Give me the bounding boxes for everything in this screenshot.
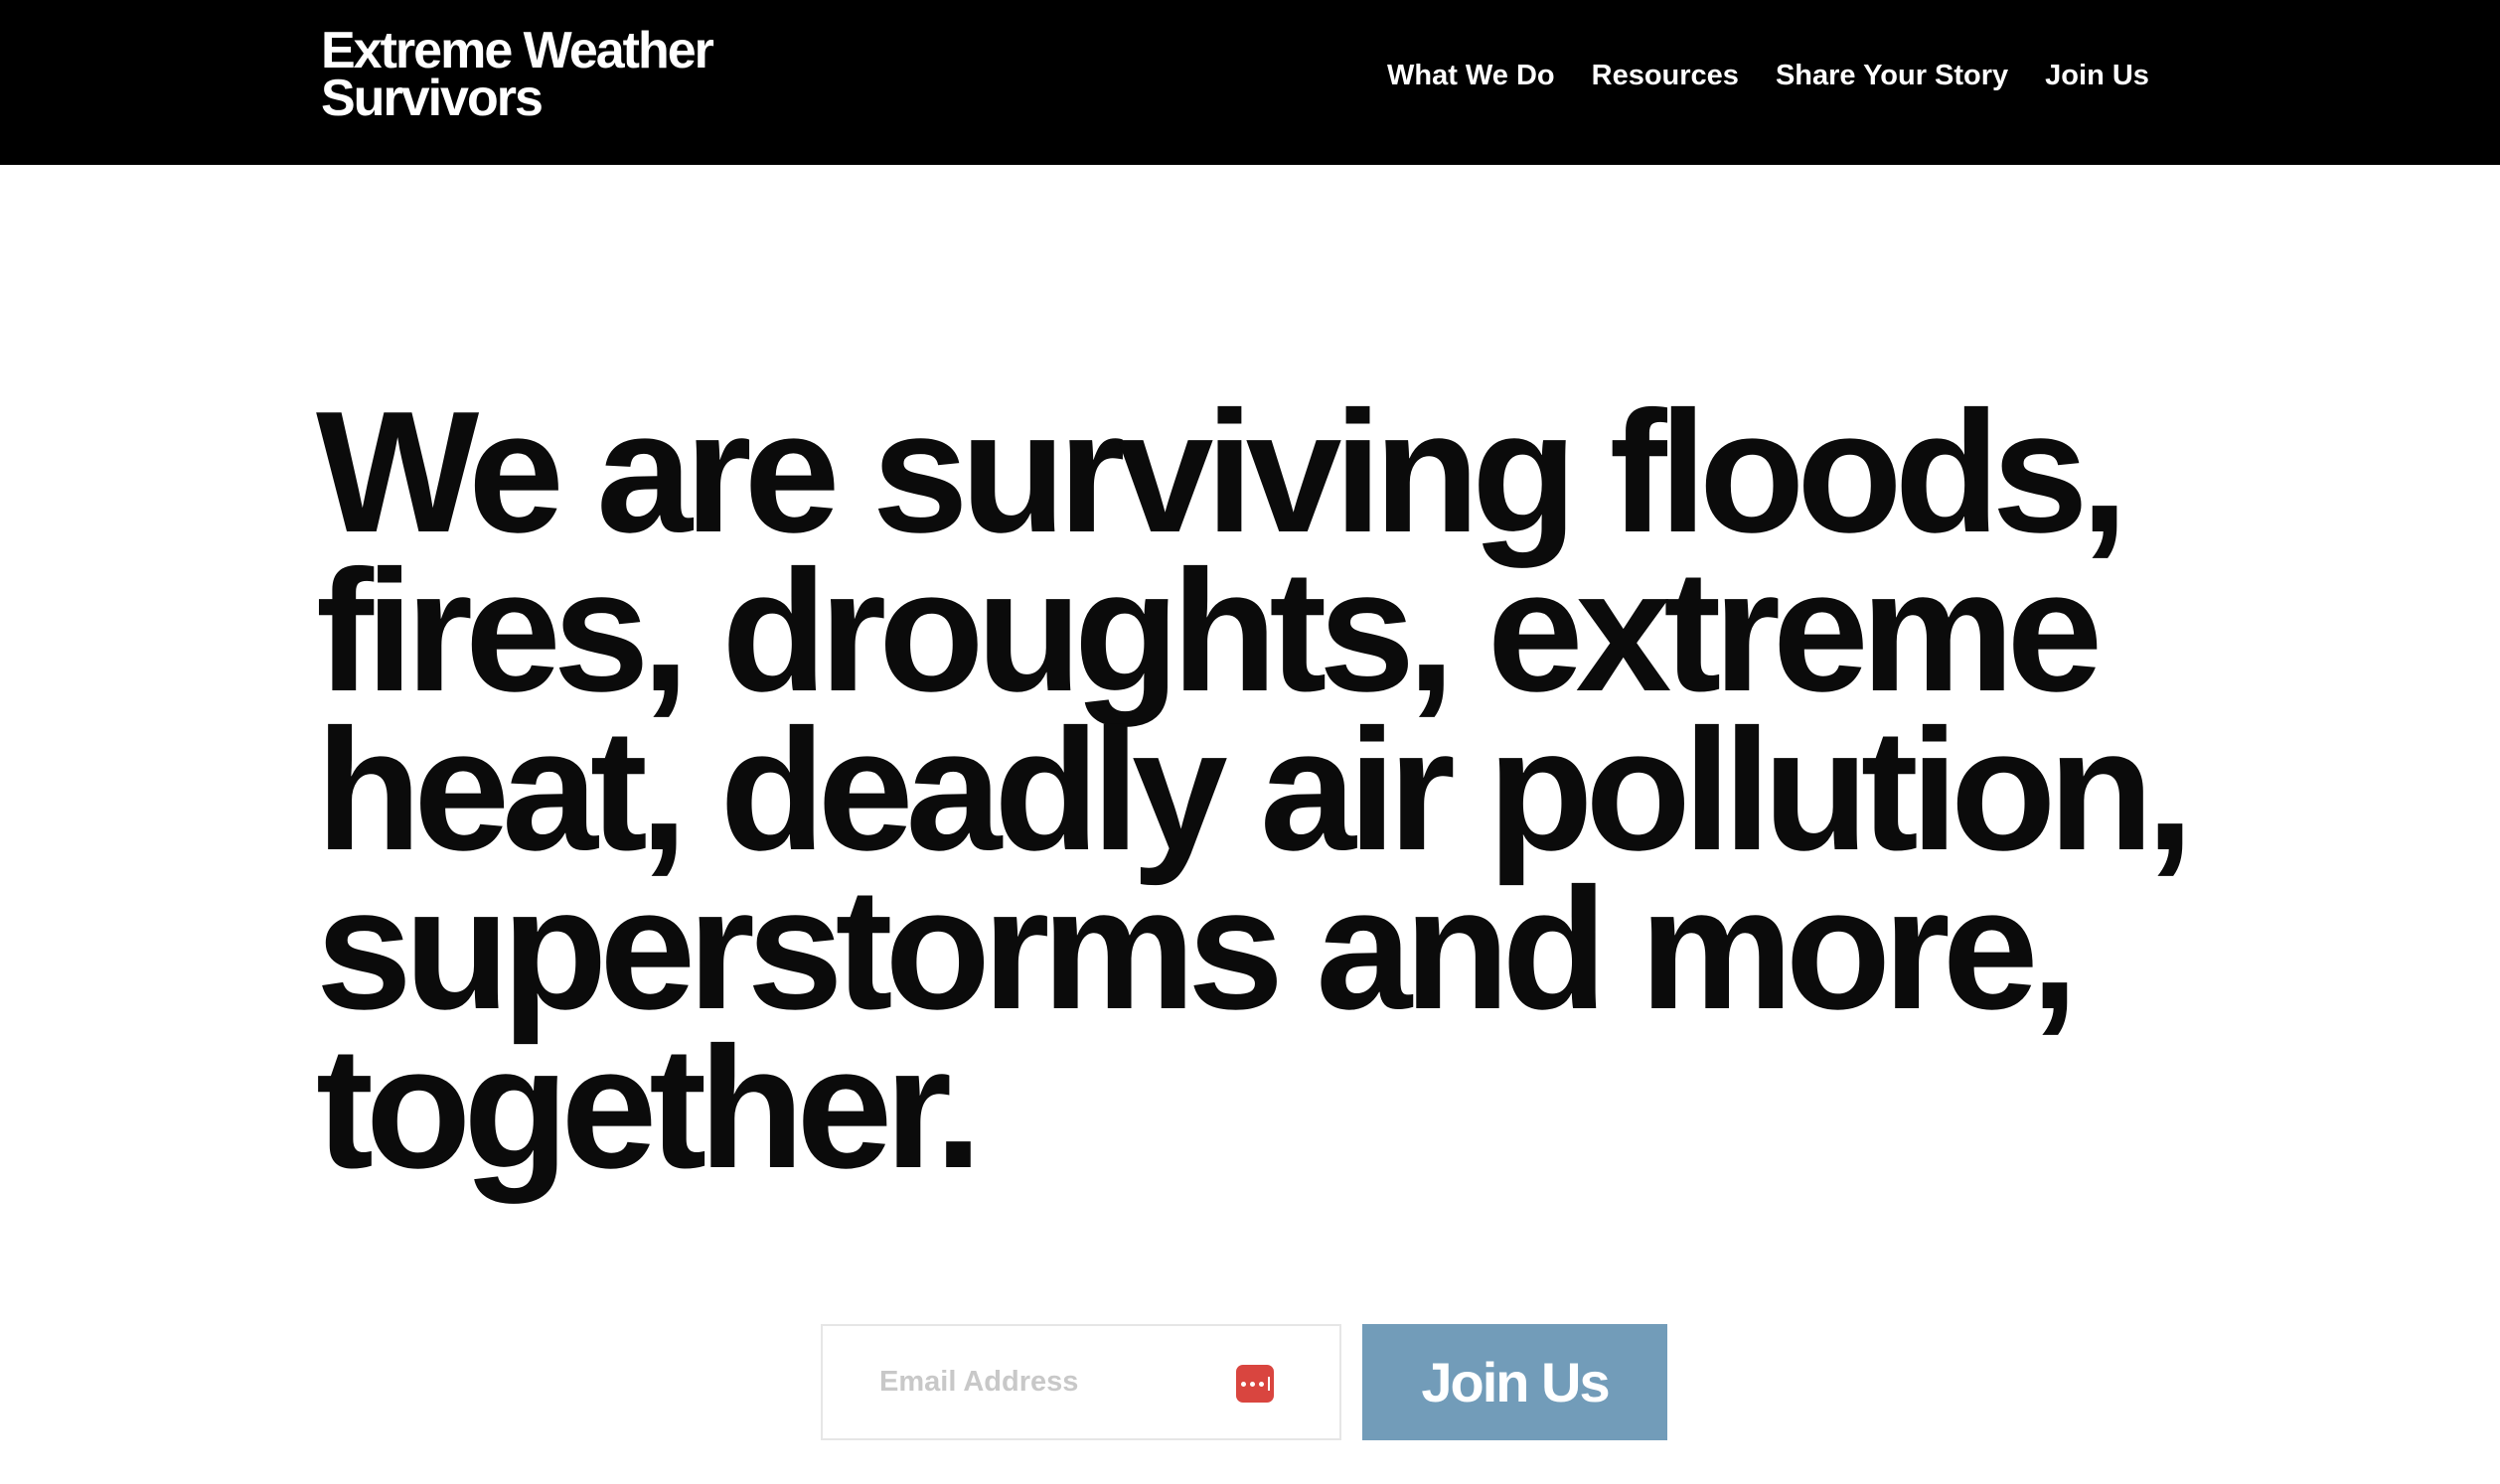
hero-headline: We are surviving floods, fires, droughts… bbox=[316, 374, 2194, 1204]
logo-line-1: Extreme Weather bbox=[321, 22, 714, 79]
nav-link-what-we-do[interactable]: What We Do bbox=[1387, 56, 1555, 95]
site-logo[interactable]: Extreme Weather Survivors bbox=[321, 22, 714, 127]
nav-link-resources[interactable]: Resources bbox=[1592, 56, 1739, 95]
main-nav: What We Do Resources Share Your Story Jo… bbox=[1387, 56, 2149, 95]
join-us-button[interactable]: Join Us bbox=[1362, 1324, 1667, 1440]
site-header: Extreme Weather Survivors What We Do Res… bbox=[0, 0, 2500, 165]
email-field-wrapper bbox=[821, 1324, 1341, 1440]
nav-link-join-us[interactable]: Join Us bbox=[2045, 56, 2149, 95]
signup-form: Join Us bbox=[821, 1324, 1667, 1440]
password-manager-icon[interactable] bbox=[1236, 1365, 1274, 1403]
nav-link-share-your-story[interactable]: Share Your Story bbox=[1776, 56, 2008, 95]
logo-line-2: Survivors bbox=[321, 70, 544, 127]
